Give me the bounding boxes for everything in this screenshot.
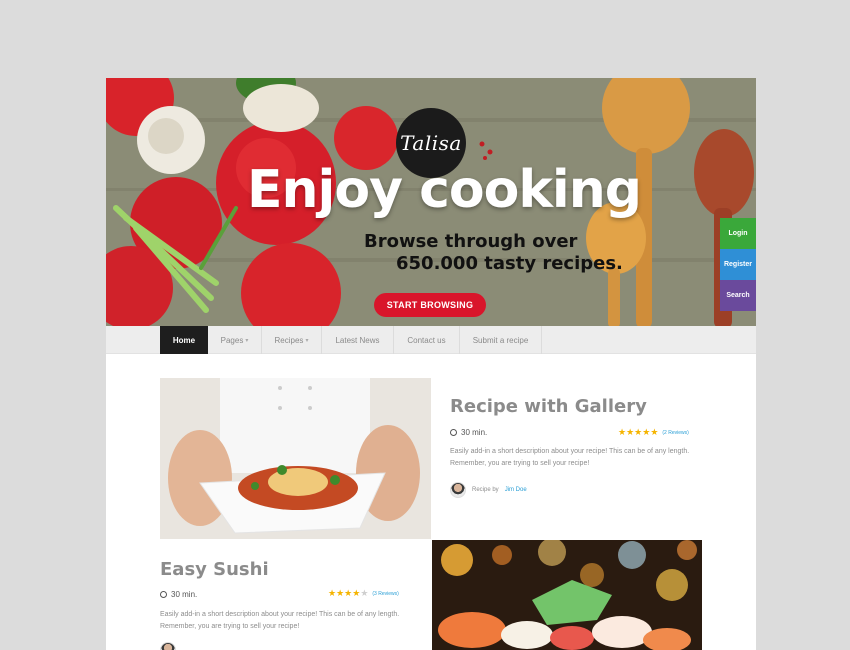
search-tab[interactable]: Search	[720, 280, 756, 311]
side-tabs: Login Register Search	[720, 218, 756, 311]
nav-item-recipes[interactable]: Recipes ▾	[262, 326, 322, 354]
recipe-image-sushi[interactable]	[432, 540, 702, 650]
rating-stars: ★ ★ ★ ★ ★ (2 Reviews)	[618, 427, 689, 438]
star-icon: ★	[344, 588, 353, 598]
register-tab[interactable]: Register	[720, 249, 756, 280]
star-empty-icon: ★	[360, 588, 369, 598]
hero-subtitle-line1: Browse through over	[364, 231, 578, 252]
nav-item-home[interactable]: Home	[160, 326, 208, 354]
recipe-time: 30 min.	[160, 590, 197, 599]
clock-icon	[450, 429, 457, 436]
star-icon: ★	[328, 588, 337, 598]
recipe-title[interactable]: Easy Sushi	[160, 559, 269, 580]
recipe-image-pasta[interactable]	[160, 378, 431, 539]
star-half-icon: ★	[352, 588, 361, 598]
hero-subtitle-line2: 650.000 tasty recipes.	[396, 253, 623, 274]
reviews-link[interactable]: (3 Reviews)	[372, 591, 398, 597]
recipe-description: Easily add-in a short description about …	[160, 611, 400, 630]
chevron-down-icon: ▾	[245, 337, 249, 344]
recipe-time: 30 min.	[450, 428, 487, 437]
star-icon: ★	[618, 427, 627, 437]
clock-icon	[160, 591, 167, 598]
nav-item-latest-news[interactable]: Latest News	[322, 326, 394, 354]
rating-stars: ★ ★ ★ ★ ★ (3 Reviews)	[328, 588, 399, 599]
star-icon: ★	[336, 588, 345, 598]
nav-item-pages[interactable]: Pages ▾	[208, 326, 262, 354]
recipe-description: Easily add-in a short description about …	[450, 448, 690, 467]
start-browsing-button[interactable]: START BROWSING	[374, 293, 486, 317]
author-link[interactable]: Jim Doe	[505, 487, 527, 493]
hero-title: Enjoy cooking	[246, 160, 642, 220]
avatar	[450, 482, 466, 498]
nav-item-submit-recipe[interactable]: Submit a recipe	[460, 326, 542, 354]
star-half-icon: ★	[650, 427, 659, 437]
chevron-down-icon: ▾	[305, 337, 309, 344]
recipe-author	[160, 642, 176, 650]
website-frame: Talisa Enjoy cooking Browse through over…	[106, 78, 756, 650]
avatar	[160, 642, 176, 650]
main-navigation: Home Pages ▾ Recipes ▾ Latest News Contact…	[106, 326, 756, 354]
nav-item-contact-us[interactable]: Contact us	[394, 326, 460, 354]
reviews-link[interactable]: (2 Reviews)	[662, 430, 688, 436]
recipe-author: Recipe by Jim Doe	[450, 482, 527, 498]
star-icon: ★	[642, 427, 651, 437]
login-tab[interactable]: Login	[720, 218, 756, 249]
recipe-title[interactable]: Recipe with Gallery	[450, 396, 647, 417]
hero-banner: Talisa Enjoy cooking Browse through over…	[106, 78, 756, 326]
star-icon: ★	[634, 427, 643, 437]
star-icon: ★	[626, 427, 635, 437]
